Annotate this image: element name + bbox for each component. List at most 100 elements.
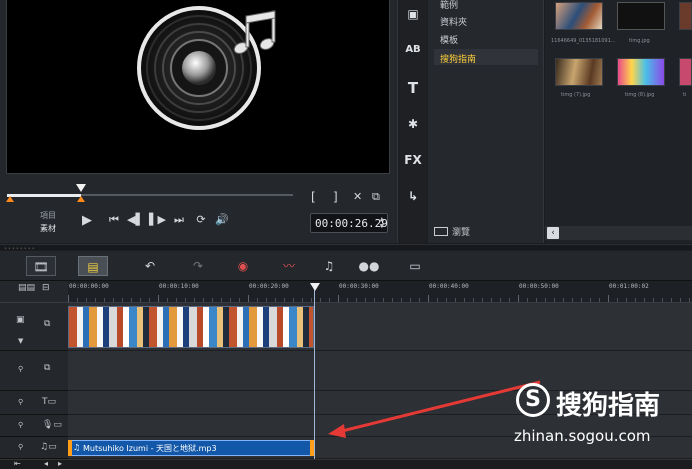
music-track-icon[interactable]: ♫▭ bbox=[40, 442, 57, 452]
previous-frame-icon[interactable]: ◀▌ bbox=[127, 213, 144, 226]
track-manager-icon[interactable]: ▤▤ bbox=[18, 283, 35, 293]
ruler-tick bbox=[563, 298, 564, 302]
ruler-tick bbox=[545, 298, 546, 302]
timeline-ruler[interactable]: 00:00:00:00 00:00:10:00 00:00:20:00 00:00:3… bbox=[68, 281, 692, 303]
chevron-down-icon[interactable]: ▼ bbox=[18, 337, 23, 345]
thumbnail[interactable] bbox=[617, 2, 665, 30]
video-track-icon[interactable]: ▣ bbox=[16, 315, 25, 325]
sound-mixer-icon[interactable]: 〰 bbox=[278, 256, 300, 276]
mark-out-handle[interactable] bbox=[77, 196, 85, 202]
record-capture-icon[interactable]: ◉ bbox=[232, 256, 254, 276]
folder-item[interactable]: 範例 bbox=[440, 0, 458, 11]
title-track-icon[interactable]: T▭ bbox=[42, 397, 56, 407]
enlarge-preview-icon[interactable]: ⧉ bbox=[372, 190, 380, 204]
clip-frame bbox=[129, 307, 137, 347]
ruler-label: 00:00:20:00 bbox=[249, 283, 289, 290]
mode-project[interactable]: 項目 bbox=[40, 210, 56, 221]
zoom-out-icon[interactable]: ⇤ bbox=[14, 459, 21, 468]
timeline-status-bar: ⇤ ◂ ▸ bbox=[0, 459, 692, 469]
motion-tracking-icon[interactable]: ●● bbox=[358, 256, 380, 276]
lock-icon[interactable]: ⚲ bbox=[18, 365, 23, 373]
music-note-icon: ♫ bbox=[73, 443, 81, 452]
preview-scrubber[interactable] bbox=[6, 184, 293, 202]
timeline-playhead[interactable] bbox=[310, 283, 320, 291]
mark-out-button[interactable]: ] bbox=[333, 190, 338, 204]
ruler-tick bbox=[608, 295, 609, 302]
ruler-tick bbox=[320, 298, 321, 302]
ruler-tick bbox=[239, 298, 240, 302]
lock-icon[interactable]: ⚲ bbox=[18, 421, 23, 429]
playhead-line bbox=[314, 290, 315, 459]
auto-music-icon[interactable]: ♫ bbox=[318, 256, 340, 276]
volume-icon[interactable]: 🔊 bbox=[214, 213, 230, 226]
scrub-progress bbox=[7, 194, 81, 197]
zoom-icon[interactable]: ⊟ bbox=[42, 283, 50, 293]
audio-clip[interactable]: ♫ Mutsuhiko Izumi - 天国と地狱.mp3 bbox=[68, 440, 314, 456]
title-ab-icon[interactable]: AB bbox=[402, 40, 424, 60]
thumbnail[interactable] bbox=[555, 58, 603, 86]
ruler-tick bbox=[509, 298, 510, 302]
play-icon[interactable]: ▶ bbox=[79, 213, 95, 228]
next-frame-icon[interactable]: ▌▶ bbox=[149, 213, 166, 226]
clip-frame bbox=[229, 307, 237, 347]
scrub-playhead[interactable] bbox=[76, 184, 86, 192]
go-to-start-icon[interactable]: ⏮ bbox=[106, 213, 122, 227]
thumbnail[interactable] bbox=[617, 58, 665, 86]
mark-in-button[interactable]: [ bbox=[311, 190, 316, 204]
overlay-track-icon[interactable]: ⧉ bbox=[44, 363, 50, 373]
scroll-right-icon[interactable]: ▸ bbox=[58, 459, 62, 468]
ruler-tick bbox=[518, 295, 519, 302]
scroll-left-icon[interactable]: ‹ bbox=[547, 227, 559, 239]
split-clip-icon[interactable]: ✕ bbox=[353, 190, 362, 203]
thumbnail[interactable] bbox=[679, 58, 692, 86]
subtitle-icon[interactable]: ▭ bbox=[404, 256, 426, 276]
ruler-tick bbox=[131, 298, 132, 302]
panel-splitter[interactable]: •••••••• bbox=[0, 244, 692, 252]
timecode-spinner[interactable]: ▲ ▼ bbox=[380, 216, 384, 230]
ruler-tick bbox=[482, 298, 483, 302]
folder-icon bbox=[434, 227, 448, 236]
video-track[interactable] bbox=[68, 303, 692, 351]
library-folder-list: 範例 資料夾 模板 搜狗指南 瀏覽 bbox=[428, 0, 544, 243]
media-icon[interactable]: ▣ bbox=[402, 4, 424, 24]
preview-screen bbox=[6, 0, 390, 174]
video-clip[interactable] bbox=[68, 306, 314, 348]
mark-in-handle[interactable] bbox=[6, 196, 14, 202]
go-to-end-icon[interactable]: ⏭ bbox=[171, 213, 187, 227]
ruler-tick bbox=[86, 298, 87, 302]
folder-item[interactable]: 模板 bbox=[440, 33, 458, 46]
fx-icon[interactable]: FX bbox=[402, 150, 424, 170]
undo-icon[interactable]: ↶ bbox=[140, 256, 160, 276]
timecode-field[interactable]: 00:00:26.29 ▲ ▼ bbox=[310, 213, 388, 233]
ruler-tick bbox=[275, 298, 276, 302]
timeline-view-icon[interactable]: ▤ bbox=[78, 256, 108, 276]
clip-frame bbox=[109, 307, 117, 347]
thumbnail[interactable] bbox=[679, 2, 692, 30]
mode-clip[interactable]: 素材 bbox=[40, 223, 56, 234]
ruler-tick bbox=[374, 298, 375, 302]
folder-item[interactable]: 資料夾 bbox=[440, 15, 467, 28]
ruler-tick bbox=[221, 298, 222, 302]
ruler-tick bbox=[635, 298, 636, 302]
browse-button[interactable]: 瀏覽 bbox=[434, 225, 470, 238]
storyboard-view-icon[interactable]: 🎞 bbox=[26, 256, 56, 276]
thumbnail[interactable] bbox=[555, 2, 603, 30]
ruler-tick bbox=[140, 298, 141, 302]
track-visibility-icon[interactable]: ⧉ bbox=[44, 319, 50, 329]
text-T-icon[interactable]: T bbox=[402, 78, 424, 98]
horizontal-scrollbar[interactable]: ‹ bbox=[545, 226, 692, 240]
clip-trim-start[interactable] bbox=[68, 440, 72, 456]
ruler-tick bbox=[248, 295, 249, 302]
transition-icon[interactable]: ✱ bbox=[402, 114, 424, 134]
lock-icon[interactable]: ⚲ bbox=[18, 398, 23, 406]
redo-icon[interactable]: ↷ bbox=[188, 256, 208, 276]
ruler-tick bbox=[212, 298, 213, 302]
repeat-icon[interactable]: ⟳ bbox=[193, 213, 209, 226]
ruler-tick bbox=[662, 298, 663, 302]
path-icon[interactable]: ↳ bbox=[402, 186, 424, 206]
scroll-left-icon[interactable]: ◂ bbox=[44, 459, 48, 468]
voice-track-icon[interactable]: 🎙▭ bbox=[42, 420, 62, 430]
lock-icon[interactable]: ⚲ bbox=[18, 443, 23, 451]
clip-frame bbox=[269, 307, 277, 347]
folder-item-selected[interactable]: 搜狗指南 bbox=[434, 49, 538, 65]
